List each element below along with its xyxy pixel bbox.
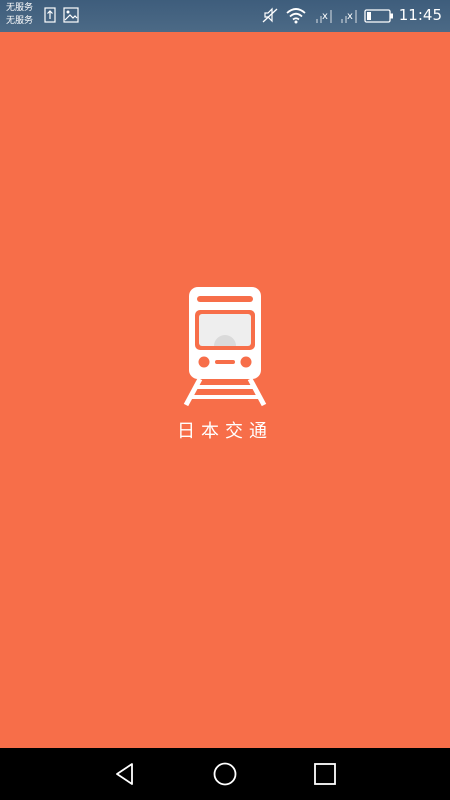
wifi-icon — [286, 8, 306, 24]
signal-indicator-1: x — [314, 8, 336, 24]
network-status-2: x — [347, 11, 353, 22]
app-name: 日本交通 — [177, 421, 273, 442]
back-icon[interactable] — [112, 761, 138, 787]
home-icon[interactable] — [212, 761, 238, 787]
mute-icon — [262, 7, 278, 23]
splash-screen: 日本交通 — [0, 32, 450, 748]
carrier-line-1: 无服务 — [6, 3, 34, 13]
recents-icon[interactable] — [312, 761, 338, 787]
status-bar: 无服务 无服务 x x 11:45 — [0, 0, 450, 32]
carrier-line-2: 无服务 — [6, 16, 34, 26]
clock: 11:45 — [398, 6, 442, 24]
network-status-1: x — [322, 11, 328, 22]
train-icon — [183, 287, 267, 407]
battery-icon — [364, 9, 393, 23]
signal-indicator-2: x — [339, 8, 361, 24]
navigation-bar — [0, 748, 450, 800]
carrier-status: 无服务 无服务 — [6, 2, 33, 28]
image-icon — [63, 7, 79, 23]
upload-icon — [44, 7, 56, 23]
